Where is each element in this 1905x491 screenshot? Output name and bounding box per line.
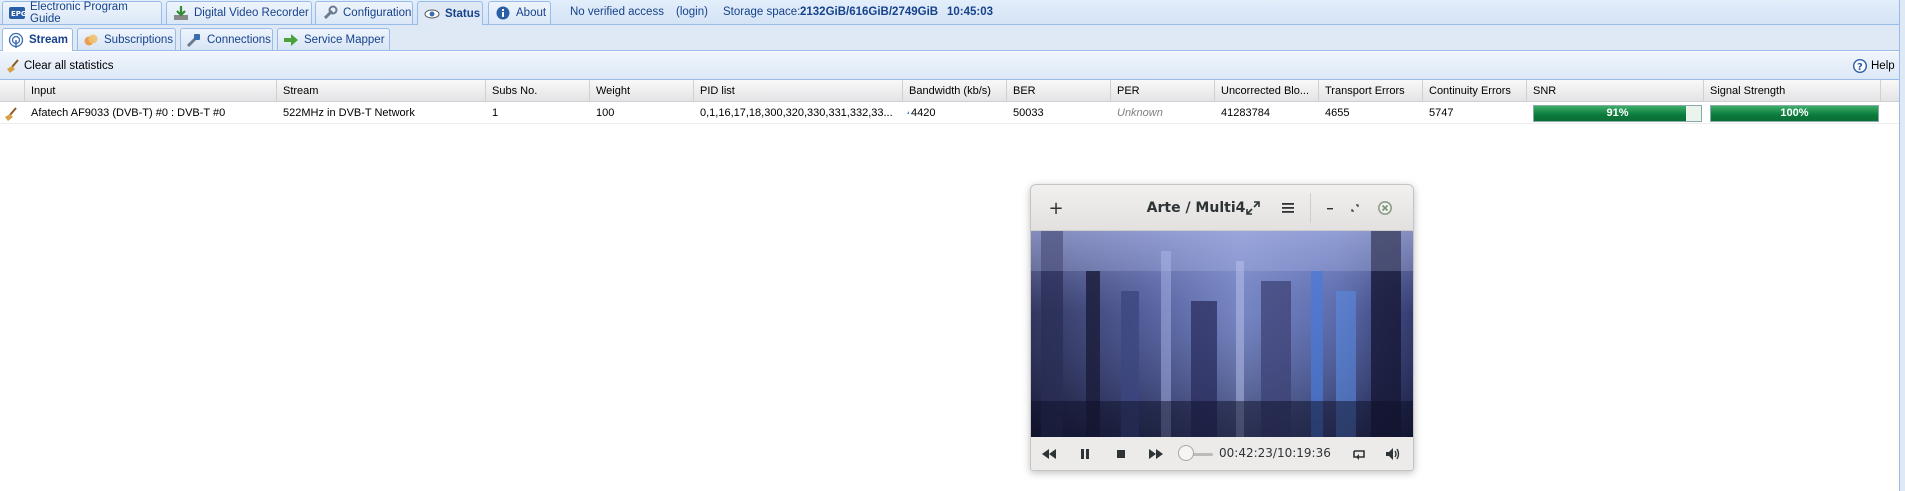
help-label: Help: [1871, 60, 1895, 72]
maximize-icon[interactable]: [1344, 197, 1366, 219]
rewind-icon[interactable]: [1039, 445, 1059, 463]
column-header-continuity-errors[interactable]: Continuity Errors: [1423, 80, 1527, 102]
grid-toolbar: Clear all statistics ? Help: [0, 52, 1905, 80]
column-header-weight[interactable]: Weight: [590, 80, 694, 102]
subtab-label: Service Mapper: [304, 33, 385, 46]
status-sub-tabs: Stream Subscriptions Connections Service…: [0, 25, 1905, 51]
snr-progress-bar: 91%: [1533, 105, 1702, 122]
cell-uncorrected: 41283784: [1221, 107, 1270, 119]
access-status: No verified access: [570, 6, 664, 18]
tab-status[interactable]: Status: [417, 1, 483, 25]
column-header-bandwidth[interactable]: Bandwidth (kb/s): [903, 80, 1007, 102]
help-button[interactable]: ? Help: [1852, 56, 1895, 76]
subtab-label: Subscriptions: [104, 33, 174, 46]
column-header-signal-strength[interactable]: Signal Strength: [1704, 80, 1881, 102]
tab-label: Electronic Program Guide: [30, 1, 128, 25]
eye-icon: [424, 6, 440, 22]
svg-text:EPG: EPG: [11, 10, 25, 18]
storage-label: Storage space:: [723, 6, 801, 18]
cell-transport-errors: 4655: [1325, 107, 1350, 119]
svg-text:?: ?: [1857, 62, 1863, 73]
column-header-pid-list[interactable]: PID list: [694, 80, 903, 102]
antenna-icon: [8, 32, 24, 48]
volume-icon[interactable]: [1383, 445, 1403, 463]
column-header-action: [0, 80, 25, 102]
fast-forward-icon[interactable]: [1146, 445, 1166, 463]
cell-weight: 100: [596, 107, 615, 119]
column-header-uncorrected[interactable]: Uncorrected Blo...: [1215, 80, 1319, 102]
repeat-icon[interactable]: [1349, 445, 1369, 463]
cell-stream: 522MHz in DVB-T Network: [283, 107, 415, 119]
server-time: 10:45:03: [947, 6, 994, 18]
stop-icon[interactable]: [1111, 445, 1131, 463]
signal-bar-label: 100%: [1780, 107, 1809, 119]
cell-pid-list: 0,1,16,17,18,300,320,330,331,332,33...: [700, 107, 893, 119]
pause-icon[interactable]: [1075, 445, 1095, 463]
clear-row-icon[interactable]: [3, 103, 23, 124]
tab-about[interactable]: About: [488, 1, 551, 24]
tab-label: About: [516, 7, 547, 19]
tab-label: Status: [445, 7, 481, 20]
help-icon: ?: [1852, 58, 1868, 74]
broom-icon: [5, 58, 21, 74]
cell-continuity-errors: 5747: [1429, 107, 1454, 119]
storage-value: 2132GiB/616GiB/2749GiB: [800, 6, 939, 18]
close-icon[interactable]: [1374, 197, 1396, 219]
info-icon: [495, 5, 511, 21]
playback-time: 00:42:23/10:19:36: [1219, 446, 1331, 460]
fullscreen-icon[interactable]: [1242, 197, 1264, 219]
tab-label: Configuration: [343, 7, 412, 19]
menu-icon[interactable]: [1277, 197, 1299, 219]
column-header-per[interactable]: PER: [1111, 80, 1215, 102]
tab-subscriptions[interactable]: Subscriptions: [77, 28, 176, 50]
top-nav-bar: EPG Electronic Program Guide Digital Vid…: [0, 0, 1905, 25]
cell-per: Unknown: [1117, 107, 1163, 119]
tab-label: Digital Video Recorder: [194, 7, 309, 19]
player-titlebar[interactable]: + Arte / Multi4: [1031, 185, 1413, 231]
column-header-transport-errors[interactable]: Transport Errors: [1319, 80, 1423, 102]
column-header-snr[interactable]: SNR: [1527, 80, 1704, 102]
cell-subs: 1: [492, 107, 499, 119]
column-header-input[interactable]: Input: [25, 80, 277, 102]
epg-icon: EPG: [9, 5, 25, 21]
tab-service-mapper[interactable]: Service Mapper: [277, 28, 390, 50]
add-icon[interactable]: +: [1045, 197, 1067, 219]
connections-icon: [186, 32, 202, 48]
clear-statistics-button[interactable]: Clear all statistics: [5, 56, 113, 76]
cell-input: Afatech AF9033 (DVB-T) #0 : DVB-T #0: [31, 107, 226, 119]
video-frame[interactable]: [1031, 231, 1413, 437]
table-row[interactable]: Afatech AF9033 (DVB-T) #0 : DVB-T #0 522…: [0, 103, 1905, 124]
video-player-window[interactable]: + Arte / Multi4 00:42:23/10:19:36: [1030, 184, 1414, 471]
tab-connections[interactable]: Connections: [180, 28, 273, 50]
wrench-icon: [322, 5, 338, 21]
download-icon: [173, 5, 189, 21]
player-controls: 00:42:23/10:19:36: [1031, 437, 1413, 470]
arrow-right-icon: [283, 32, 299, 48]
column-header-ber[interactable]: BER: [1007, 80, 1111, 102]
window-edge: [1899, 0, 1905, 491]
clear-statistics-label: Clear all statistics: [24, 60, 114, 72]
subtab-label: Stream: [29, 34, 68, 46]
tab-configuration[interactable]: Configuration: [315, 1, 413, 24]
column-header-stream[interactable]: Stream: [277, 80, 486, 102]
cell-bandwidth: 4420: [911, 107, 936, 119]
minimize-icon[interactable]: [1319, 197, 1341, 219]
signal-strength-progress-bar: 100%: [1710, 105, 1879, 122]
cell-ber: 50033: [1013, 107, 1044, 119]
tab-dvr[interactable]: Digital Video Recorder: [166, 1, 312, 24]
login-link[interactable]: (login): [676, 6, 708, 18]
titlebar-separator: [1310, 193, 1311, 223]
snr-bar-label: 91%: [1606, 107, 1629, 119]
subtab-label: Connections: [207, 33, 271, 46]
tab-stream[interactable]: Stream: [2, 28, 73, 51]
seek-slider-knob[interactable]: [1178, 445, 1195, 461]
column-header-subs[interactable]: Subs No.: [486, 80, 590, 102]
subscriptions-icon: [83, 32, 99, 48]
tab-epg[interactable]: EPG Electronic Program Guide: [2, 1, 162, 25]
grid-header: Input Stream Subs No. Weight PID list Ba…: [0, 80, 1905, 102]
